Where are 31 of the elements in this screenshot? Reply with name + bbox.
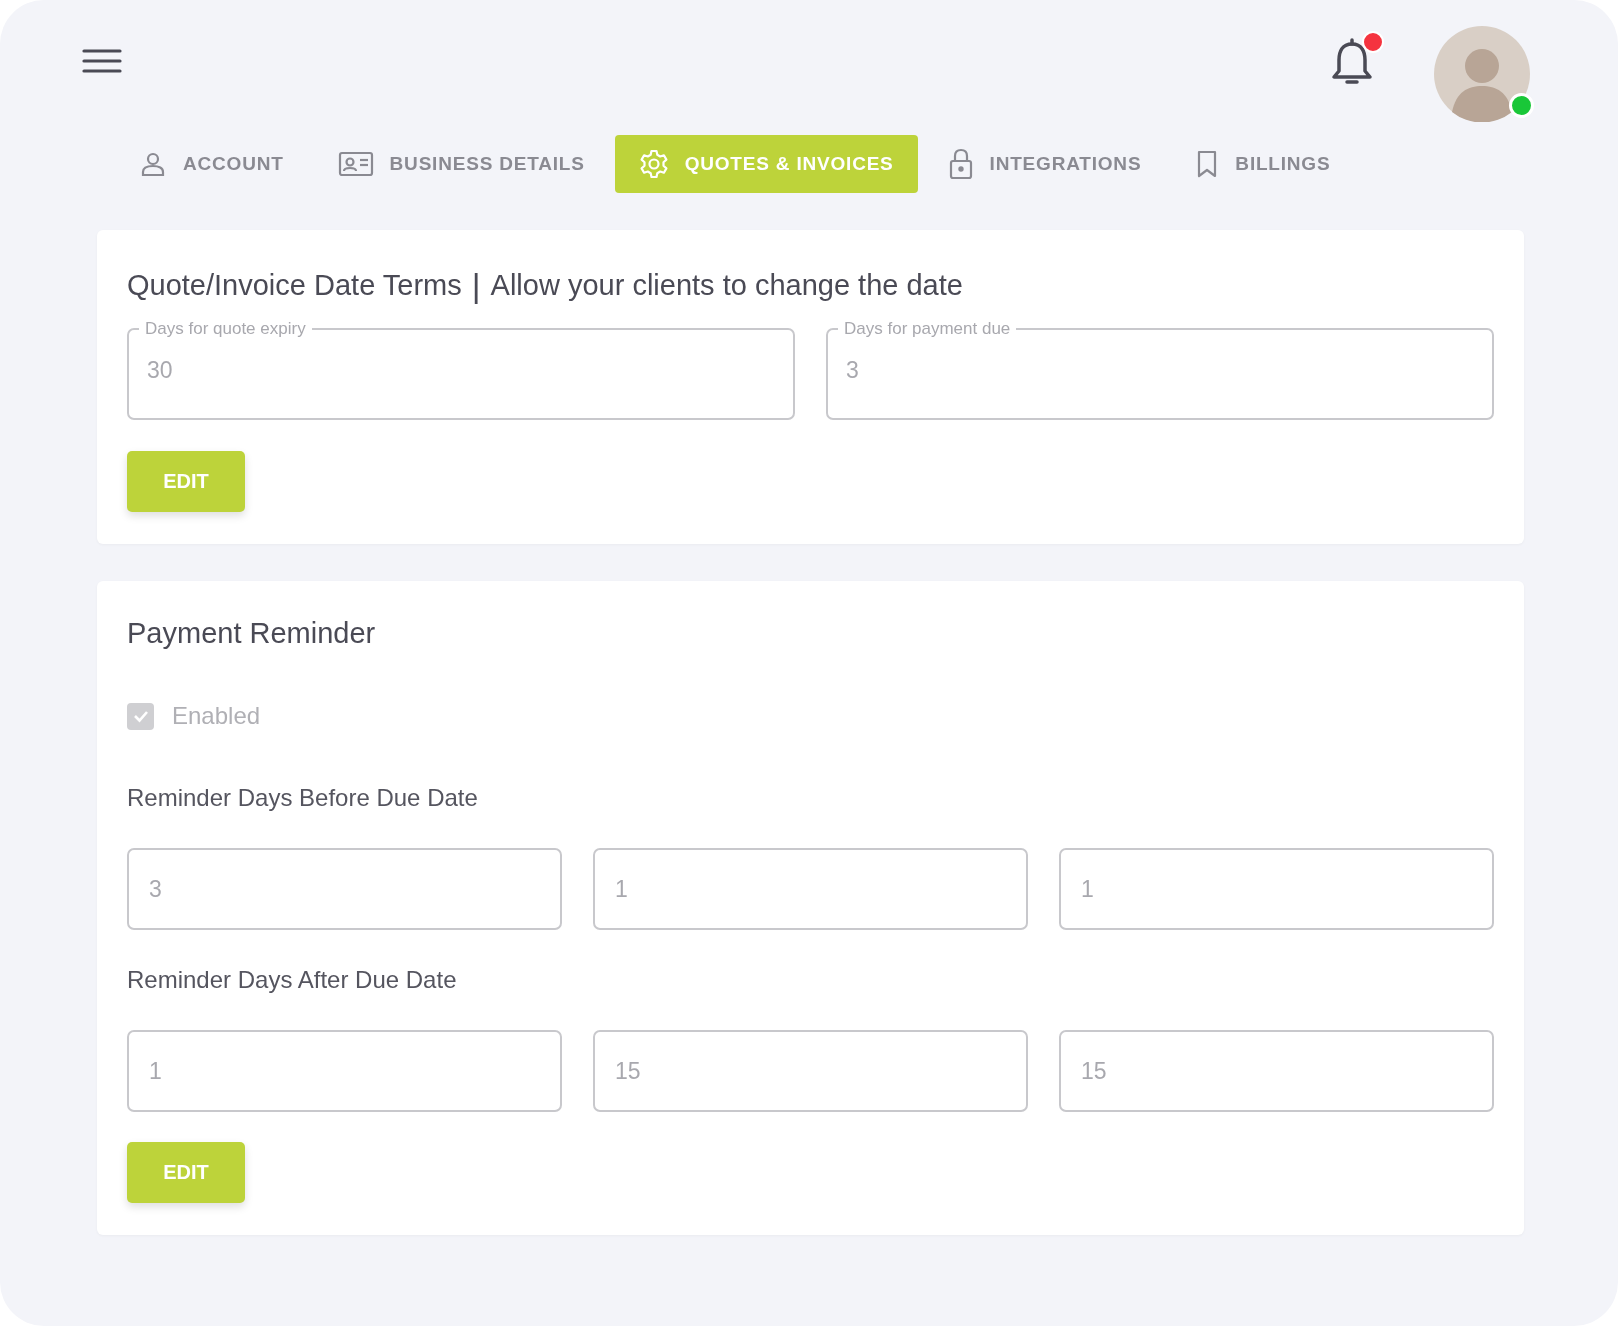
- card-subtitle: Allow your clients to change the date: [490, 269, 963, 302]
- card-title: Quote/Invoice Date Terms: [127, 269, 462, 302]
- field-label: Days for quote expiry: [145, 319, 306, 338]
- padlock-icon: [947, 148, 974, 180]
- number-field[interactable]: 1: [593, 848, 1028, 930]
- number-field[interactable]: 3: [846, 357, 1474, 384]
- edit-button[interactable]: EDIT: [127, 451, 245, 512]
- tab[interactable]: BUSINESS DETAILS: [313, 135, 609, 193]
- tab[interactable]: BILLINGS: [1171, 135, 1355, 193]
- title-separator: |: [471, 266, 481, 305]
- checkbox-label: Enabled: [172, 702, 261, 730]
- field-label: Days for payment due: [844, 319, 1011, 338]
- id-card-icon: [337, 150, 374, 178]
- outlined-field[interactable]: Days for payment due 3: [826, 319, 1494, 420]
- outlined-field[interactable]: Days for quote expiry 30: [127, 319, 795, 420]
- tab[interactable]: ACCOUNT: [115, 135, 308, 193]
- field-group-label: Reminder Days After Due Date: [127, 966, 458, 994]
- menu-icon[interactable]: [82, 48, 122, 74]
- card-title: Payment Reminder: [127, 617, 377, 650]
- tab[interactable]: QUOTES & INVOICES: [614, 135, 918, 193]
- gear-icon: [638, 149, 669, 179]
- edit-button[interactable]: EDIT: [127, 1142, 245, 1203]
- number-field[interactable]: 15: [1059, 1030, 1494, 1112]
- tab[interactable]: INTEGRATIONS: [923, 135, 1166, 193]
- number-field[interactable]: 30: [147, 357, 775, 384]
- number-field[interactable]: 3: [127, 848, 562, 930]
- number-field[interactable]: 1: [127, 1030, 562, 1112]
- field-group-label: Reminder Days Before Due Date: [127, 784, 479, 812]
- number-field[interactable]: 15: [593, 1030, 1028, 1112]
- number-field[interactable]: 1: [1059, 848, 1494, 930]
- person-icon: [139, 150, 167, 178]
